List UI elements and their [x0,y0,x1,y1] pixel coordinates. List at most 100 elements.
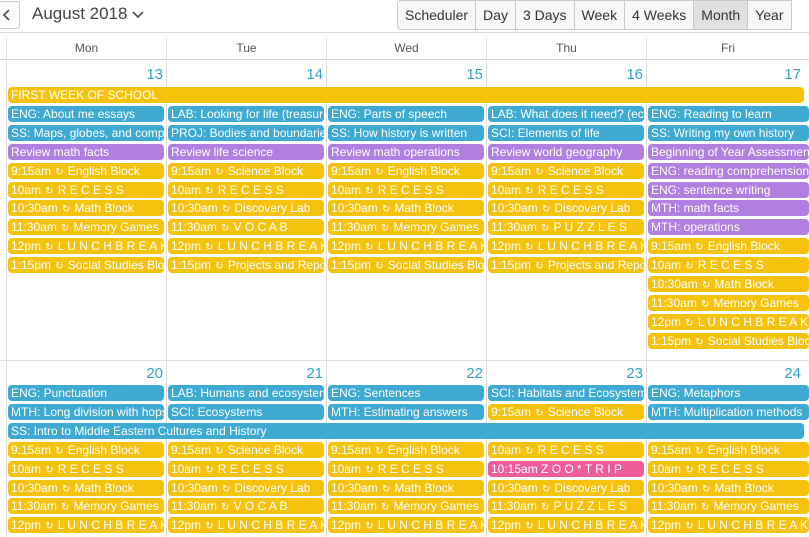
calendar-event[interactable]: PROJ: Bodies and boundaries [168,124,324,141]
calendar-event[interactable]: ENG: Reading to learn [648,105,809,122]
calendar-event[interactable]: Review math operations [328,143,484,160]
calendar-event[interactable]: Review life science [168,143,324,160]
calendar-event[interactable]: 10:30am ↻ Discovery Lab [488,479,644,496]
chevron-down-icon[interactable] [131,8,145,22]
view-3days-button[interactable]: 3 Days [514,0,575,30]
calendar-event[interactable]: 1:15pm ↻ Social Studies Block [648,332,809,349]
calendar-event[interactable]: 9:15am ↻ English Block [648,238,809,255]
view-year-button[interactable]: Year [747,0,792,30]
view-month-button[interactable]: Month [693,0,749,30]
calendar-event[interactable]: 9:15am ↻ English Block [328,441,484,458]
day-number[interactable]: 22 [326,365,483,385]
calendar-event[interactable]: SCI: Habitats and Ecosystems [488,385,644,401]
calendar-event[interactable]: ENG: About me essays [8,105,164,122]
calendar-event[interactable]: 12pm ↻ L U N C H B R E A K [8,238,164,255]
calendar-event[interactable]: 10:30am ↻ Math Block [328,200,484,217]
calendar-event[interactable]: LAB: What does it need? (ecosystems) [488,105,644,122]
calendar-event[interactable]: 9:15am ↻ Science Block [168,162,324,179]
calendar-event[interactable]: 12pm ↻ L U N C H B R E A K [168,238,324,255]
calendar-event[interactable]: FIRST WEEK OF SCHOOL [8,87,804,103]
calendar-event[interactable]: 11:30am ↻ P U Z Z L E S [488,219,644,236]
calendar-event[interactable]: 9:15am ↻ English Block [328,162,484,179]
calendar-event[interactable]: 10:30am ↻ Math Block [648,276,809,292]
calendar-event[interactable]: 10am ↻ R E C E S S [168,181,324,198]
calendar-event[interactable]: 11:30am ↻ V O C A B [168,498,324,515]
calendar-event[interactable]: 12pm ↻ L U N C H B R E A K [488,238,644,255]
calendar-event[interactable]: 9:15am ↻ English Block [8,441,164,458]
calendar-event[interactable]: 11:30am ↻ P U Z Z L E S [488,498,644,515]
day-number[interactable]: 13 [6,66,163,86]
month-title[interactable]: August 2018 [32,4,127,24]
calendar-event[interactable]: 10am ↻ R E C E S S [488,441,644,458]
calendar-event[interactable]: LAB: Looking for life (treasure hunt) [168,105,324,122]
calendar-event[interactable]: Beginning of Year Assessment [648,143,809,160]
calendar-event[interactable]: 10am ↻ R E C E S S [648,460,809,477]
view-scheduler-button[interactable]: Scheduler [397,0,477,30]
calendar-event[interactable]: MTH: Multiplication methods [648,403,809,420]
calendar-event[interactable]: ENG: Parts of speech [328,105,484,122]
calendar-event[interactable]: 10:30am ↻ Math Block [8,479,164,496]
calendar-event[interactable]: SS: Writing my own history [648,124,809,141]
calendar-event[interactable]: 10:15am Z O O * T R I P [488,460,644,477]
calendar-event[interactable]: LAB: Humans and ecosystems [168,385,324,401]
calendar-event[interactable]: 9:15am ↻ Science Block [168,441,324,458]
view-week-button[interactable]: Week [573,0,626,30]
calendar-event[interactable]: Review math facts [8,143,164,160]
calendar-event[interactable]: 1:15pm ↻ Projects and Reports [168,257,324,274]
calendar-event[interactable]: 12pm ↻ L U N C H B R E A K [488,517,644,534]
calendar-event[interactable]: ENG: reading comprehension [648,162,809,179]
day-number[interactable]: 20 [6,365,163,385]
calendar-event[interactable]: 9:15am ↻ English Block [8,162,164,179]
calendar-event[interactable]: 10am ↻ R E C E S S [8,460,164,477]
prev-button[interactable] [0,1,20,29]
day-number[interactable]: 14 [166,66,323,86]
calendar-event[interactable]: ENG: Punctuation [8,385,164,401]
calendar-event[interactable]: 12pm ↻ L U N C H B R E A K [328,238,484,255]
calendar-event[interactable]: MTH: Long division with hops [8,403,164,420]
calendar-event[interactable]: 11:30am ↻ Memory Games [8,498,164,515]
calendar-event[interactable]: 10:30am ↻ Discovery Lab [168,200,324,217]
calendar-event[interactable]: SCI: Elements of life [488,124,644,141]
calendar-event[interactable]: ENG: sentence writing [648,181,809,198]
view-4weeks-button[interactable]: 4 Weeks [624,0,695,30]
calendar-event[interactable]: SS: Intro to Middle Eastern Cultures and… [8,422,804,439]
calendar-event[interactable]: 9:15am ↻ English Block [648,441,809,458]
calendar-event[interactable]: MTH: operations [648,219,809,236]
calendar-event[interactable]: 10:30am ↻ Discovery Lab [488,200,644,217]
calendar-event[interactable]: SCI: Ecosystems [168,403,324,420]
calendar-event[interactable]: MTH: math facts [648,200,809,217]
day-number[interactable]: 21 [166,365,323,385]
day-number[interactable]: 16 [486,66,643,86]
calendar-event[interactable]: 1:15pm ↻ Projects and Reports [488,257,644,274]
day-number[interactable]: 17 [646,66,801,86]
calendar-event[interactable]: 10am ↻ R E C E S S [168,460,324,477]
calendar-event[interactable]: 12pm ↻ L U N C H B R E A K [648,313,809,330]
calendar-event[interactable]: 12pm ↻ L U N C H B R E A K [328,517,484,534]
calendar-event[interactable]: 10am ↻ R E C E S S [328,181,484,198]
calendar-event[interactable]: 10:30am ↻ Math Block [328,479,484,496]
calendar-event[interactable]: 11:30am ↻ Memory Games [328,219,484,236]
calendar-event[interactable]: SS: Maps, globes, and compasses [8,124,164,141]
calendar-event[interactable]: 10am ↻ R E C E S S [328,460,484,477]
calendar-event[interactable]: 9:15am ↻ Science Block [488,162,644,179]
calendar-event[interactable]: 11:30am ↻ Memory Games [8,219,164,236]
day-number[interactable]: 24 [646,365,801,385]
calendar-event[interactable]: 1:15pm ↻ Social Studies Block [328,257,484,274]
calendar-event[interactable]: 10am ↻ R E C E S S [488,181,644,198]
calendar-event[interactable]: 10:30am ↻ Math Block [648,479,809,496]
calendar-event[interactable]: 11:30am ↻ Memory Games [648,498,809,515]
calendar-event[interactable]: 10:30am ↻ Math Block [8,200,164,217]
calendar-event[interactable]: 10am ↻ R E C E S S [648,257,809,274]
calendar-event[interactable]: 11:30am ↻ Memory Games [648,294,809,311]
calendar-event[interactable]: SS: How history is written [328,124,484,141]
day-number[interactable]: 23 [486,365,643,385]
calendar-event[interactable]: 10:30am ↻ Discovery Lab [168,479,324,496]
calendar-event[interactable]: 12pm ↻ L U N C H B R E A K [8,517,164,534]
calendar-event[interactable]: 12pm ↻ L U N C H B R E A K [648,517,809,534]
day-number[interactable]: 15 [326,66,483,86]
calendar-event[interactable]: ENG: Metaphors [648,385,809,401]
calendar-event[interactable]: 9:15am ↻ Science Block [488,403,644,420]
calendar-event[interactable]: 11:30am ↻ V O C A B [168,219,324,236]
calendar-event[interactable]: ENG: Sentences [328,385,484,401]
calendar-event[interactable]: Review world geography [488,143,644,160]
